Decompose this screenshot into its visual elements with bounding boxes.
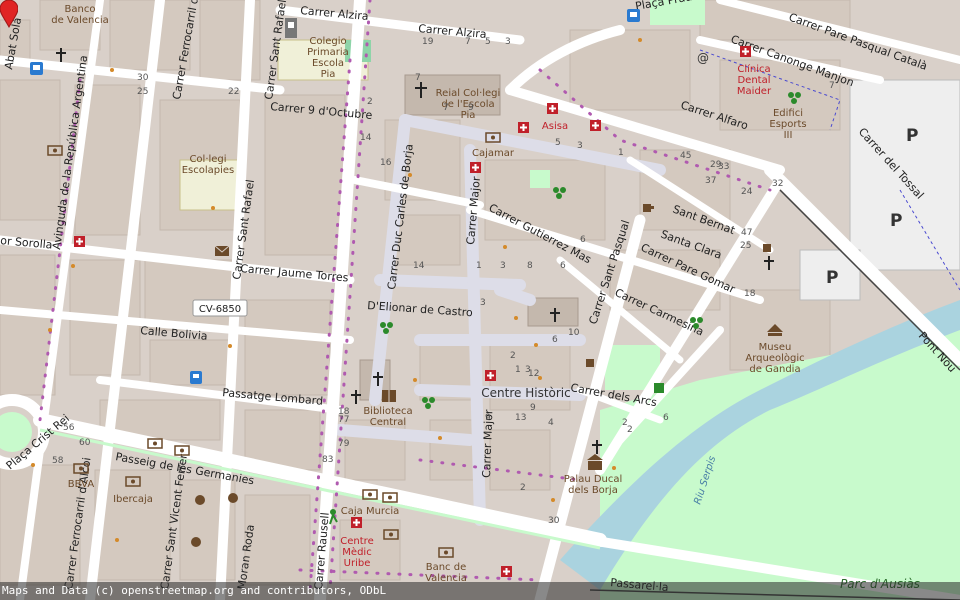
- house-number: 7: [443, 103, 449, 113]
- house-number: 2: [367, 97, 373, 107]
- house-number: 5: [485, 37, 491, 47]
- hospital-icon[interactable]: [74, 236, 85, 247]
- poi-caja-murcia: Caja Murcia: [341, 506, 399, 517]
- post-office-icon[interactable]: [214, 245, 230, 256]
- hospital-icon[interactable]: [590, 120, 601, 131]
- house-number: 6: [552, 335, 558, 345]
- house-number: 47: [741, 228, 752, 238]
- hospital-icon[interactable]: [501, 566, 512, 577]
- house-number: 79: [338, 439, 350, 449]
- house-number: 2: [510, 351, 516, 361]
- poi-asisa: Asisa: [542, 121, 568, 132]
- house-number: 3: [505, 37, 511, 47]
- map-canvas[interactable]: Carrer Alzira Carrer Alzira Carrer Ferro…: [0, 0, 960, 600]
- house-number: 2: [520, 483, 526, 493]
- house-number: 25: [740, 241, 751, 251]
- house-number: 7: [465, 37, 471, 47]
- house-number: 10: [568, 328, 580, 338]
- parking-icon[interactable]: P: [906, 126, 918, 146]
- poi-palau-ducal: Palau Ducal dels Borja: [564, 474, 623, 496]
- house-number: 37: [705, 176, 716, 186]
- house-number: 22: [228, 87, 239, 97]
- poi-banc-valencia: Banc de Valencia: [425, 562, 467, 584]
- house-number: 6: [663, 413, 669, 423]
- house-number: 8: [527, 261, 533, 271]
- house-number: 5: [555, 138, 561, 148]
- poi-ibercaja: Ibercaja: [113, 494, 153, 505]
- house-number: 3: [500, 261, 506, 271]
- house-number: 1: [618, 148, 624, 158]
- house-number: 56: [63, 423, 75, 433]
- house-number: 3: [577, 141, 583, 151]
- poi-centre-medic: Centre Mèdic Uribe: [340, 536, 373, 569]
- bus-stop-icon[interactable]: [627, 9, 640, 22]
- parking-icon[interactable]: P: [826, 268, 838, 288]
- poi-cajamar: Cajamar: [472, 148, 515, 159]
- house-number: 14: [413, 261, 425, 271]
- house-number: 58: [52, 456, 64, 466]
- house-number: 83: [322, 455, 333, 465]
- house-number: 7: [829, 81, 835, 91]
- house-number: 1: [476, 261, 482, 271]
- house-number: 6: [580, 235, 586, 245]
- waste-basket-icon[interactable]: [654, 383, 664, 393]
- hospital-icon[interactable]: [518, 122, 529, 133]
- house-number: 30: [137, 73, 149, 83]
- location-marker-icon[interactable]: [0, 0, 18, 28]
- house-number: 9: [530, 403, 536, 413]
- road-ref-cv6850: CV-6850: [199, 304, 241, 315]
- cafe-icon[interactable]: [763, 244, 771, 252]
- fuel-icon[interactable]: [190, 371, 202, 384]
- house-number: 14: [360, 133, 372, 143]
- house-number: 33: [718, 162, 729, 172]
- drinking-water-icon[interactable]: [285, 18, 297, 38]
- hospital-icon[interactable]: [740, 46, 751, 57]
- map-view[interactable]: Carrer Alzira Carrer Alzira Carrer Ferro…: [0, 0, 960, 600]
- house-number: 25: [137, 87, 148, 97]
- house-number: 30: [548, 516, 560, 526]
- house-number: 16: [380, 158, 392, 168]
- house-number: 32: [772, 179, 783, 189]
- house-number: 7: [415, 73, 421, 83]
- house-number: 9: [485, 413, 491, 423]
- house-number: 24: [741, 187, 753, 197]
- house-number: 1: [515, 365, 521, 375]
- house-number: 13: [515, 413, 526, 423]
- house-number: 45: [680, 151, 691, 161]
- poi-collegi-escolapies: Col·legi Escolapies: [182, 154, 235, 176]
- small-garden: [530, 170, 550, 188]
- hospital-icon[interactable]: [351, 517, 362, 528]
- poi-bbva: BBVA: [68, 479, 95, 490]
- house-number: 9: [468, 103, 474, 113]
- house-number: 12: [528, 369, 539, 379]
- poi-biblioteca-central: Biblioteca Central: [363, 406, 412, 428]
- hospital-icon[interactable]: [470, 162, 481, 173]
- house-number: 2: [627, 425, 633, 435]
- hospital-icon[interactable]: [547, 103, 558, 114]
- bus-stop-icon[interactable]: [30, 62, 43, 75]
- road-ref-shield: CV-6850: [192, 299, 248, 317]
- map-attribution: Maps and Data (c) openstreetmap.org and …: [0, 582, 960, 600]
- poi-clinica-dental: Clínica Dental Maider: [737, 63, 772, 97]
- library-icon[interactable]: [382, 390, 396, 402]
- cafe-icon[interactable]: [586, 359, 594, 367]
- house-number: 19: [422, 37, 434, 47]
- house-number: 4: [548, 418, 554, 428]
- house-number: 6: [560, 261, 566, 271]
- house-number: 60: [79, 438, 91, 448]
- parking-icon[interactable]: P: [890, 211, 902, 231]
- house-number: 77: [338, 415, 349, 425]
- poi-centre-historic: Centre Històric: [481, 386, 570, 400]
- dentist-icon[interactable]: @: [697, 51, 709, 65]
- house-number: 3: [480, 298, 486, 308]
- house-number: 18: [744, 289, 756, 299]
- hospital-icon[interactable]: [485, 370, 496, 381]
